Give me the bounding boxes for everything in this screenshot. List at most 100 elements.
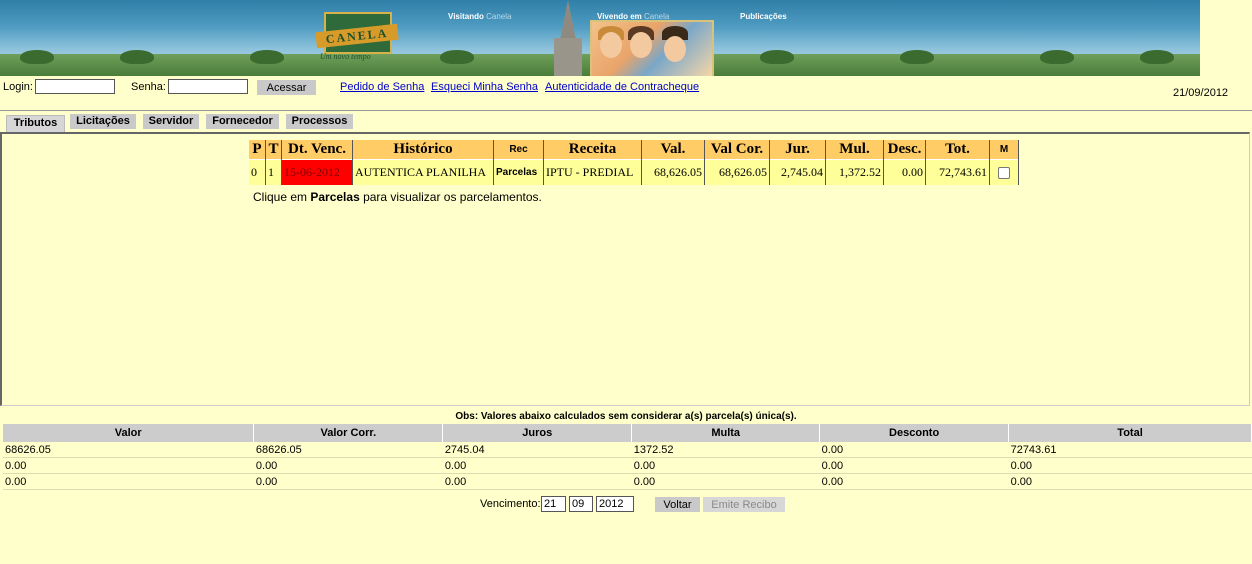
- col-header-historico: Histórico: [352, 140, 494, 160]
- col-header-val: Val.: [641, 140, 705, 160]
- cell-p: 0: [249, 159, 266, 185]
- vencimento-day-input[interactable]: [541, 496, 566, 512]
- tab-processos[interactable]: Processos: [286, 114, 353, 129]
- voltar-button[interactable]: Voltar: [655, 497, 700, 512]
- table-row: 0.00 0.00 0.00 0.00 0.00 0.00: [3, 457, 1252, 474]
- autenticidade-link[interactable]: Autenticidade de Contracheque: [545, 81, 699, 93]
- cell-receita: IPTU - PREDIAL: [543, 159, 642, 185]
- sum-header-total: Total: [1008, 424, 1252, 442]
- col-header-m: M: [989, 140, 1019, 160]
- cell-t: 1: [265, 159, 282, 185]
- sum-cell: 0.00: [819, 473, 1009, 490]
- sum-header-multa: Multa: [631, 424, 821, 442]
- senha-label: Senha:: [131, 81, 166, 93]
- esqueci-senha-link[interactable]: Esqueci Minha Senha: [431, 81, 538, 93]
- sum-cell: 1372.52: [631, 442, 820, 458]
- col-header-mul: Mul.: [825, 140, 884, 160]
- col-header-jur: Jur.: [769, 140, 826, 160]
- vencimento-month-input[interactable]: [569, 496, 593, 512]
- banner-tree: [440, 50, 474, 64]
- sum-cell: 0.00: [1008, 457, 1252, 474]
- tributos-table: P T Dt. Venc. Histórico Rec Receita Val.…: [249, 140, 1019, 185]
- banner-tree: [900, 50, 934, 64]
- emite-recibo-button[interactable]: Emite Recibo: [703, 497, 785, 512]
- nav-visitando[interactable]: Visitando Canela: [448, 12, 511, 21]
- sum-cell: 2745.04: [442, 442, 632, 458]
- summary-header-row: Valor Valor Corr. Juros Multa Desconto T…: [3, 424, 1252, 442]
- banner-tree: [760, 50, 794, 64]
- hint-text-after: para visualizar os parcelamentos.: [359, 190, 542, 204]
- banner-tree: [20, 50, 54, 64]
- sum-cell: 0.00: [3, 473, 254, 490]
- sum-cell: 0.00: [442, 473, 632, 490]
- sum-header-juros: Juros: [442, 424, 633, 442]
- col-header-rec: Rec: [493, 140, 544, 160]
- nav-visitando-label: Visitando: [448, 12, 484, 21]
- table-row: 0.00 0.00 0.00 0.00 0.00 0.00: [3, 473, 1252, 490]
- login-input[interactable]: [35, 79, 115, 94]
- banner-tree: [120, 50, 154, 64]
- col-header-receita: Receita: [543, 140, 642, 160]
- header-banner: CANELA Um novo tempo Visitando Canela Vi…: [0, 0, 1200, 76]
- sum-cell: 0.00: [631, 473, 820, 490]
- tab-servidor[interactable]: Servidor: [143, 114, 199, 129]
- col-header-p: P: [249, 140, 266, 160]
- sum-cell: 68626.05: [253, 442, 443, 458]
- nav-publicacoes[interactable]: Publicações: [740, 12, 787, 21]
- sum-cell: 68626.05: [3, 442, 254, 458]
- sum-header-valor: Valor: [3, 424, 255, 442]
- select-checkbox[interactable]: [998, 167, 1010, 180]
- hint-text-bold: Parcelas: [310, 190, 360, 204]
- banner-tree: [250, 50, 284, 64]
- sum-header-valor-corr: Valor Corr.: [253, 424, 444, 442]
- cell-historico: AUTENTICA PLANILHA: [352, 159, 494, 185]
- sum-cell: 0.00: [1008, 473, 1252, 490]
- canela-logo[interactable]: CANELA Um novo tempo: [315, 10, 400, 61]
- cell-val: 68,626.05: [641, 159, 705, 185]
- sum-cell: 0.00: [3, 457, 254, 474]
- table-row: 68626.05 68626.05 2745.04 1372.52 0.00 7…: [3, 442, 1252, 458]
- tab-fornecedor[interactable]: Fornecedor: [206, 114, 279, 129]
- summary-table: Valor Valor Corr. Juros Multa Desconto T…: [3, 424, 1252, 490]
- divider: [0, 110, 1252, 111]
- church-image: [548, 0, 588, 76]
- nav-publicacoes-label: Publicações: [740, 12, 787, 21]
- family-photo: [590, 20, 714, 76]
- pedido-senha-link[interactable]: Pedido de Senha: [340, 81, 424, 93]
- col-header-dt-venc: Dt. Venc.: [281, 140, 353, 160]
- logo-tagline: Um novo tempo: [320, 52, 371, 61]
- cell-jur: 2,745.04: [769, 159, 826, 185]
- cell-mul: 1,372.52: [825, 159, 884, 185]
- sum-cell: 0.00: [253, 473, 443, 490]
- tab-licitacoes[interactable]: Licitações: [70, 114, 136, 129]
- banner-tree: [1040, 50, 1074, 64]
- tab-tributos[interactable]: Tributos: [6, 115, 65, 132]
- vencimento-label: Vencimento:: [480, 498, 541, 510]
- login-label: Login:: [3, 81, 33, 93]
- cell-dt-venc: 15-06-2012: [281, 159, 353, 185]
- parcelas-hint: Clique em Parcelas para visualizar os pa…: [253, 190, 542, 204]
- acessar-button[interactable]: Acessar: [257, 80, 316, 95]
- col-header-t: T: [265, 140, 282, 160]
- hint-text-before: Clique em: [253, 190, 311, 204]
- table-header-row: P T Dt. Venc. Histórico Rec Receita Val.…: [249, 140, 1019, 160]
- sum-cell: 0.00: [819, 457, 1009, 474]
- cell-desc: 0.00: [883, 159, 926, 185]
- col-header-desc: Desc.: [883, 140, 926, 160]
- obs-note: Obs: Valores abaixo calculados sem consi…: [455, 411, 797, 422]
- senha-input[interactable]: [168, 79, 248, 94]
- sum-cell: 0.00: [442, 457, 632, 474]
- sum-cell: 0.00: [253, 457, 443, 474]
- col-header-tot: Tot.: [925, 140, 990, 160]
- sum-cell: 72743.61: [1008, 442, 1252, 458]
- sum-header-desconto: Desconto: [819, 424, 1010, 442]
- cell-val-cor: 68,626.05: [704, 159, 770, 185]
- vencimento-year-input[interactable]: [596, 496, 634, 512]
- cell-tot: 72,743.61: [925, 159, 990, 185]
- col-header-val-cor: Val Cor.: [704, 140, 770, 160]
- nav-visitando-suffix: Canela: [486, 12, 512, 21]
- table-row: 0 1 15-06-2012 AUTENTICA PLANILHA Parcel…: [249, 159, 1019, 185]
- current-date: 21/09/2012: [1173, 87, 1229, 99]
- parcelas-link[interactable]: Parcelas: [493, 159, 544, 185]
- cell-m: [989, 159, 1019, 185]
